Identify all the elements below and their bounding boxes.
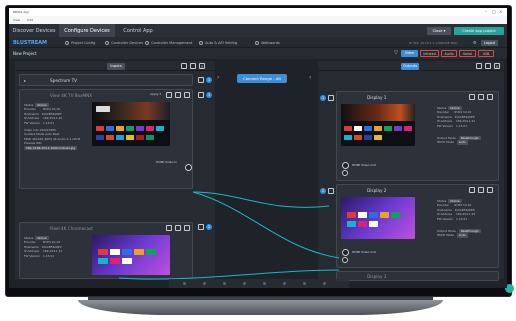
bottom-icon-3[interactable] (223, 282, 226, 285)
bottom-icon-4[interactable] (243, 282, 246, 285)
connection-line-2 (192, 191, 340, 259)
monitor-photo: BB/NX App – □ × View Edit Discover Devic… (0, 0, 516, 321)
bottom-icon-7[interactable] (303, 282, 306, 285)
bottom-icon-1[interactable] (183, 282, 186, 285)
monitor-stand (78, 300, 443, 315)
bottom-toolbar (169, 279, 349, 288)
bottom-icon-8[interactable] (323, 282, 326, 285)
app-window: BB/NX App – □ × View Edit Discover Devic… (9, 8, 507, 288)
connection-lines (118, 191, 340, 280)
bottom-icon-6[interactable] (283, 282, 286, 285)
bottom-icon-2[interactable] (203, 282, 206, 285)
bottom-icon-5[interactable] (263, 282, 266, 285)
connection-line-3 (118, 269, 340, 280)
